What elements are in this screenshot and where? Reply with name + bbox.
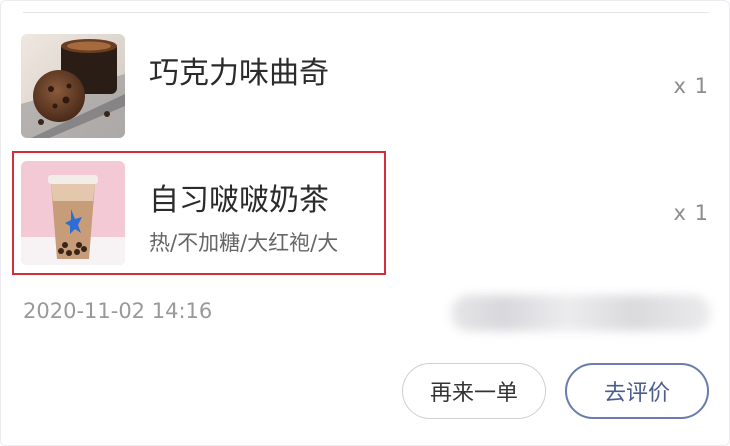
quantity: x 1 <box>673 74 709 98</box>
selection-highlight-box <box>12 151 386 275</box>
order-item-cookie[interactable]: 巧克力味曲奇 x 1 <box>21 34 711 139</box>
quantity: x 1 <box>673 201 709 225</box>
review-button[interactable]: 去评价 <box>565 363 709 419</box>
reorder-button[interactable]: 再来一单 <box>402 363 546 419</box>
product-name: 巧克力味曲奇 <box>149 56 329 91</box>
blurred-order-info <box>451 295 711 331</box>
order-card: 巧克力味曲奇 x 1 自习啵啵奶茶 热/不加糖/大红袍/大 x 1 2020-1… <box>0 0 730 446</box>
order-time: 2020-11-02 14:16 <box>23 299 213 323</box>
product-image-cookie <box>21 34 125 138</box>
divider <box>23 12 709 13</box>
